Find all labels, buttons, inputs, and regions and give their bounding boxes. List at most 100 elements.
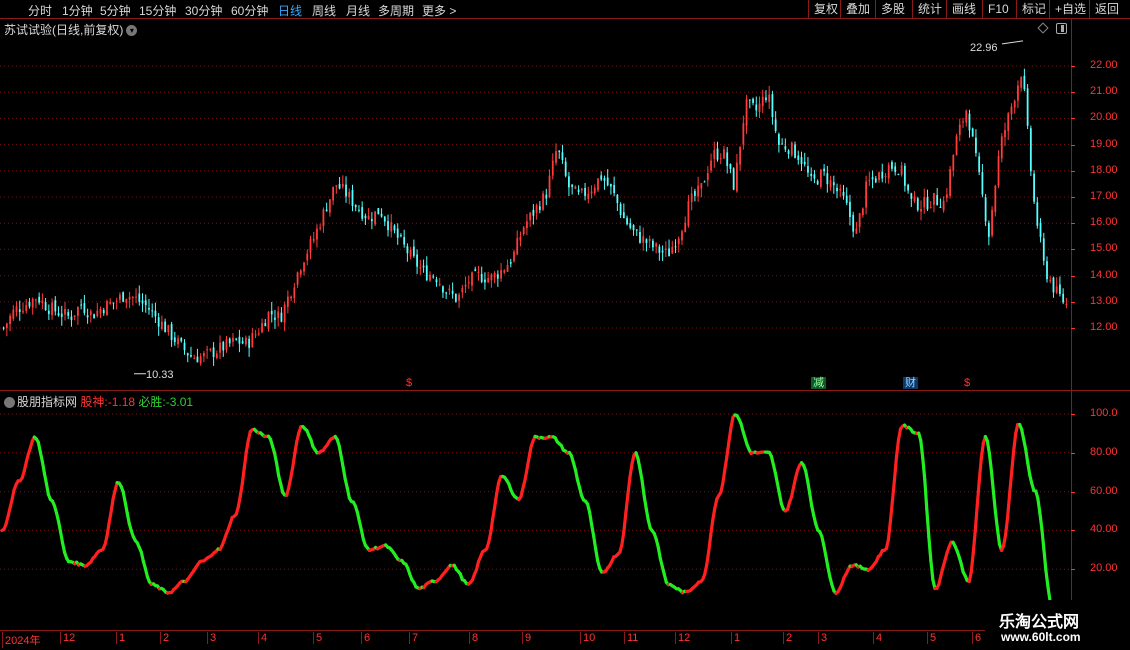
candle-body xyxy=(755,104,758,111)
indicator-axis-label: 40.00 xyxy=(1090,523,1118,536)
candle-body xyxy=(1049,280,1052,282)
candle-body xyxy=(926,197,929,210)
indicator-segment xyxy=(289,465,295,480)
indicator-axis-tick xyxy=(1071,452,1075,454)
candle-body xyxy=(694,191,696,196)
candle-body xyxy=(115,300,118,302)
candle-body xyxy=(306,253,309,261)
indicator-segment xyxy=(991,490,998,514)
indicator-segment xyxy=(929,558,935,582)
candle-body xyxy=(668,248,670,257)
candle-body xyxy=(89,311,92,316)
candle-body xyxy=(894,166,897,172)
candle-body xyxy=(626,217,628,225)
indicator-segment xyxy=(339,454,345,470)
candle-body xyxy=(600,175,603,180)
candle-body xyxy=(206,349,209,351)
indicator-segment xyxy=(711,506,717,522)
indicator-segment xyxy=(107,510,113,526)
candle-body xyxy=(186,353,189,356)
candle-body xyxy=(765,97,767,100)
candle-body xyxy=(416,254,418,267)
price-axis-label: 16.00 xyxy=(1090,216,1118,229)
candle-body xyxy=(419,267,422,269)
candle-body xyxy=(277,311,280,319)
candle-body xyxy=(15,306,18,312)
indicator-axis-tick xyxy=(1071,569,1075,571)
price-axis-tick xyxy=(1071,249,1075,251)
price-axis-tick xyxy=(1071,170,1075,172)
candle-body xyxy=(228,338,231,344)
candle-body xyxy=(161,321,163,329)
candle-body xyxy=(422,265,425,268)
event-tag-dividend-2[interactable]: $ xyxy=(962,377,972,389)
indicator-menu-icon[interactable] xyxy=(4,397,15,409)
candle-body xyxy=(503,270,506,273)
candle-body xyxy=(119,294,121,300)
candle-body xyxy=(981,172,984,195)
candle-body xyxy=(131,297,134,299)
date-axis-label: 6 xyxy=(972,632,981,644)
candle-body xyxy=(383,216,386,222)
indicator-axis-tick xyxy=(1071,491,1075,493)
candle-body xyxy=(542,193,544,210)
candle-body xyxy=(280,312,283,322)
candle-body xyxy=(558,150,561,152)
event-tag-dividend[interactable]: $ xyxy=(404,377,414,389)
candle-body xyxy=(852,215,855,232)
candle-body xyxy=(816,181,819,185)
chart-canvas[interactable]: 22.96 10.33 xyxy=(0,0,1130,650)
indicator-axis-label: 20.00 xyxy=(1090,562,1118,575)
date-axis-label: 12 xyxy=(60,632,75,644)
indicator-segment xyxy=(890,477,897,503)
indicator-segment xyxy=(622,510,628,533)
candle-body xyxy=(403,237,406,245)
candle-body xyxy=(768,94,771,102)
candle-body xyxy=(622,212,625,219)
date-axis-label: 4 xyxy=(873,632,882,644)
candle-body xyxy=(312,239,315,241)
candle-body xyxy=(897,173,900,175)
event-tag-reduce[interactable]: 减 xyxy=(811,377,826,389)
date-axis-label: 1 xyxy=(731,632,740,644)
candle-body xyxy=(987,222,990,237)
indicator-segment xyxy=(709,518,715,537)
candle-body xyxy=(183,342,186,351)
price-axis-tick xyxy=(1071,144,1075,146)
candle-body xyxy=(506,265,509,272)
candle-body xyxy=(509,262,512,264)
candle-body xyxy=(270,310,273,315)
indicator-segment xyxy=(973,503,979,533)
candle-body xyxy=(810,173,813,177)
date-axis-label: 3 xyxy=(207,632,216,644)
indicator-segment xyxy=(644,506,650,522)
candle-body xyxy=(839,188,842,191)
indicator-title[interactable]: 股朋指标网 股神:-1.18 必胜:-3.01 xyxy=(4,393,193,410)
candle-body xyxy=(952,154,955,171)
event-tag-finance[interactable]: 财 xyxy=(903,377,918,389)
candle-body xyxy=(684,222,687,233)
candle-body xyxy=(51,302,53,316)
candle-body xyxy=(513,251,515,262)
indicator-segment xyxy=(979,441,985,460)
candle-body xyxy=(328,199,331,213)
candle-body xyxy=(855,228,858,234)
candle-body xyxy=(432,276,435,278)
candle-body xyxy=(742,123,745,145)
indicator-segment xyxy=(523,467,529,482)
candle-body xyxy=(248,338,251,348)
candle-body xyxy=(568,176,570,188)
candle-body xyxy=(164,321,167,333)
candle-body xyxy=(920,208,922,212)
candle-body xyxy=(1052,277,1055,293)
indicator-segment xyxy=(624,492,630,514)
candle-body xyxy=(438,284,441,286)
date-axis-label: 1 xyxy=(116,632,125,644)
date-axis-label: 2 xyxy=(783,632,792,644)
candle-body xyxy=(283,304,286,323)
candle-body xyxy=(719,158,722,160)
candle-body xyxy=(293,287,296,299)
candle-body xyxy=(635,229,638,231)
candle-body xyxy=(758,103,761,113)
candle-body xyxy=(454,293,457,302)
